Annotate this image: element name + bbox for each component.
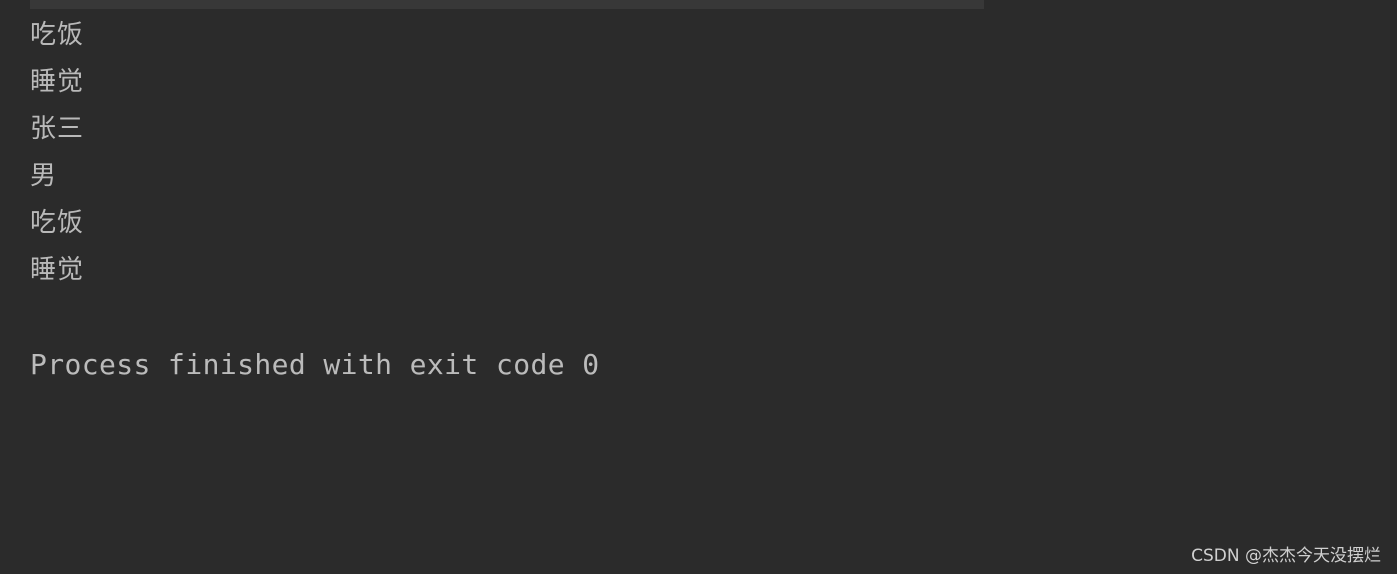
process-exit-message: Process finished with exit code 0 [30, 348, 600, 381]
output-line: 张三 [30, 114, 85, 144]
console-output: 吃饭 睡觉 张三 男 吃饭 睡觉 Process finished with e… [30, 12, 600, 388]
selected-line-highlight [30, 0, 984, 9]
output-line: 男 [30, 161, 58, 191]
console-output-panel[interactable]: 吃饭 睡觉 张三 男 吃饭 睡觉 Process finished with e… [0, 0, 1397, 574]
output-line: 吃饭 [30, 20, 85, 50]
output-line: 吃饭 [30, 208, 85, 238]
output-line: 睡觉 [30, 67, 85, 97]
output-line: 睡觉 [30, 255, 85, 285]
csdn-watermark: CSDN @杰杰今天没摆烂 [1191, 546, 1381, 566]
